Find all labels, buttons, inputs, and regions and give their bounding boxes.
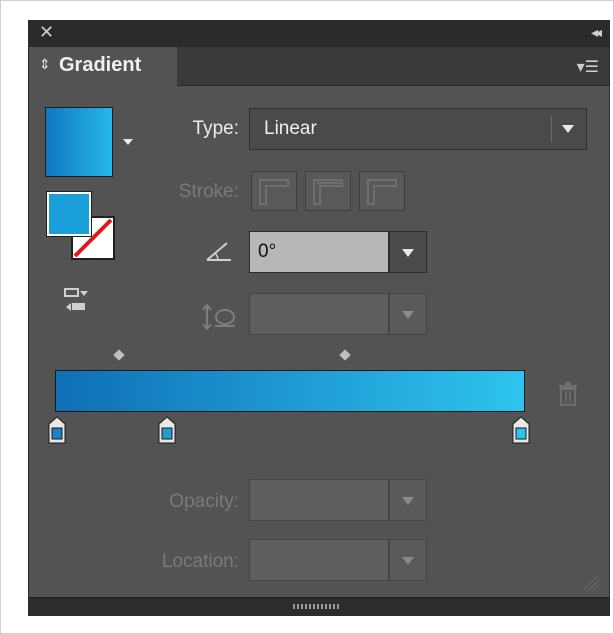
location-label: Location: [161, 551, 239, 572]
type-label: Type: [192, 118, 239, 139]
angle-dropdown-icon [402, 249, 414, 257]
fill-swatch[interactable] [47, 192, 91, 236]
type-dropdown-icon[interactable] [562, 125, 574, 133]
tab-gradient[interactable]: ⇕ Gradient [29, 47, 177, 86]
angle-icon [206, 242, 231, 261]
stroke-along-button[interactable] [305, 171, 351, 211]
tab-expand-arrows-icon[interactable]: ⇕ [39, 56, 51, 73]
resize-grip-icon[interactable] [577, 569, 601, 593]
angle-input[interactable]: 0° [249, 231, 389, 273]
type-separator [551, 116, 552, 142]
stroke-across-icon [367, 179, 397, 205]
stroke-along-icon [313, 179, 343, 205]
panel-drag-grip[interactable] [293, 604, 341, 609]
reverse-gradient-icon[interactable] [63, 287, 91, 313]
type-select[interactable]: Linear [249, 108, 587, 150]
gradient-midpoint-2[interactable] [339, 349, 351, 361]
trash-icon[interactable] [557, 381, 579, 407]
close-icon[interactable]: ✕ [39, 22, 54, 43]
panel-titlebar: ✕ ◂◂ [29, 21, 609, 47]
color-stop-2[interactable] [157, 416, 177, 444]
panel-menu-icon[interactable]: ▾☰ [577, 57, 599, 77]
color-stop-3[interactable] [511, 416, 531, 444]
screenshot-frame: ✕ ◂◂ ⇕ Gradient ▾☰ Type: Linear Stroke: … [0, 0, 614, 634]
panel-tab-row: ⇕ Gradient ▾☰ [29, 47, 609, 86]
opacity-dropdown-icon [402, 497, 414, 505]
aspect-ratio-dropdown-icon [402, 311, 414, 319]
location-dropdown-button[interactable] [389, 539, 427, 581]
gradient-panel: ✕ ◂◂ ⇕ Gradient ▾☰ Type: Linear Stroke: … [29, 21, 609, 616]
stroke-label: Stroke: [178, 181, 239, 202]
aspect-ratio-dropdown-button[interactable] [389, 293, 427, 335]
stroke-within-icon [259, 179, 289, 205]
aspect-ratio-input[interactable] [249, 293, 389, 335]
tab-gradient-label: Gradient [59, 54, 142, 76]
opacity-label: Opacity: [169, 491, 239, 512]
panel-bottom-bar [29, 597, 609, 616]
stroke-across-button[interactable] [359, 171, 405, 211]
type-value: Linear [264, 118, 317, 139]
angle-dropdown-button[interactable] [389, 231, 427, 273]
color-stop-1[interactable] [47, 416, 67, 444]
opacity-input[interactable] [249, 479, 389, 521]
stroke-within-button[interactable] [251, 171, 297, 211]
opacity-dropdown-button[interactable] [389, 479, 427, 521]
location-input[interactable] [249, 539, 389, 581]
aspect-ratio-icon [202, 303, 235, 331]
gradient-midpoint-1[interactable] [113, 349, 125, 361]
swatch-dropdown-icon[interactable] [123, 139, 133, 145]
gradient-slider-bar[interactable] [55, 370, 525, 412]
location-dropdown-icon [402, 557, 414, 565]
collapse-panel-icon[interactable]: ◂◂ [591, 24, 602, 41]
gradient-swatch[interactable] [45, 107, 113, 177]
angle-value: 0° [258, 241, 277, 262]
